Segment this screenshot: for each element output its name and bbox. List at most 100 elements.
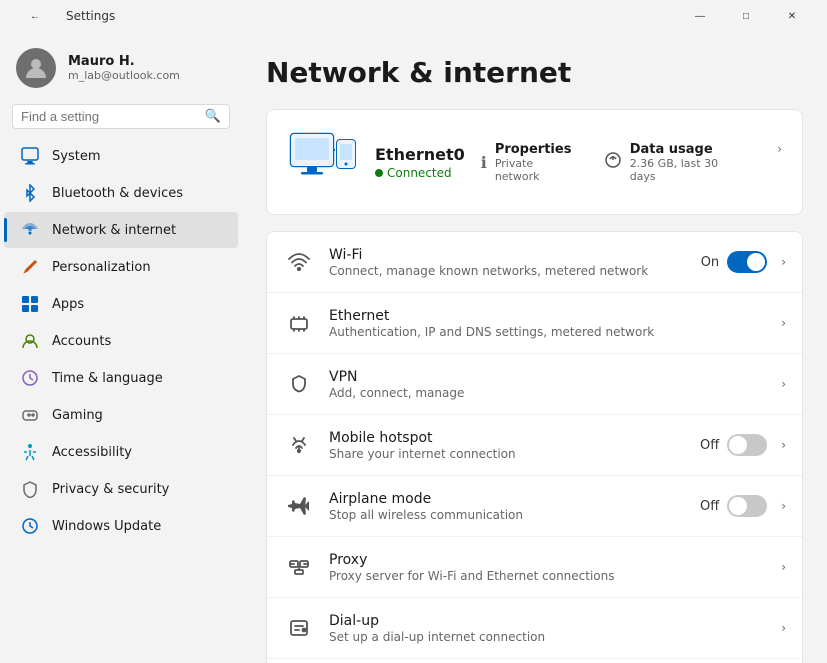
privacy-icon (20, 479, 40, 499)
titlebar-controls: — □ ✕ (677, 0, 815, 32)
wifi-text: Wi-Fi Connect, manage known networks, me… (329, 247, 687, 278)
sidebar-item-gaming[interactable]: Gaming (4, 397, 238, 433)
setting-item-dialup[interactable]: Dial-up Set up a dial-up internet connec… (267, 598, 802, 659)
search-box[interactable]: 🔍 (12, 104, 230, 129)
search-input[interactable] (21, 109, 199, 124)
dialup-text: Dial-up Set up a dial-up internet connec… (329, 613, 767, 644)
hotspot-label: Mobile hotspot (329, 430, 686, 446)
setting-item-hotspot[interactable]: Mobile hotspot Share your internet conne… (267, 415, 802, 476)
content-area: Network & internet (242, 32, 827, 663)
personalization-icon (20, 257, 40, 277)
sidebar-item-label-personalization: Personalization (52, 260, 151, 275)
user-section[interactable]: Mauro H. m_lab@outlook.com (0, 32, 242, 100)
wifi-chevron: › (781, 255, 786, 269)
sidebar-item-accounts[interactable]: Accounts (4, 323, 238, 359)
data-usage-action[interactable]: Data usage 2.36 GB, last 30 days (604, 142, 746, 183)
hotspot-toggle-label: Off (700, 438, 719, 453)
vpn-text: VPN Add, connect, manage (329, 369, 767, 400)
hero-device-name: Ethernet0 (375, 145, 465, 164)
airplane-text: Airplane mode Stop all wireless communic… (329, 491, 686, 522)
hotspot-toggle[interactable] (727, 434, 767, 456)
page-title: Network & internet (266, 56, 803, 89)
data-usage-label: Data usage (630, 142, 746, 157)
dialup-chevron: › (781, 621, 786, 635)
setting-item-proxy[interactable]: Proxy Proxy server for Wi-Fi and Etherne… (267, 537, 802, 598)
properties-action[interactable]: ℹ Properties Private network (481, 142, 580, 183)
maximize-button[interactable]: □ (723, 0, 769, 32)
back-button[interactable]: ← (12, 0, 58, 32)
setting-item-vpn[interactable]: VPN Add, connect, manage › (267, 354, 802, 415)
vpn-label: VPN (329, 369, 767, 385)
sidebar-item-system[interactable]: System (4, 138, 238, 174)
airplane-control: Off (700, 495, 767, 517)
proxy-label: Proxy (329, 552, 767, 568)
titlebar-title: Settings (66, 9, 115, 23)
hero-status-text: Connected (387, 166, 452, 180)
sidebar-item-update[interactable]: Windows Update (4, 508, 238, 544)
wifi-sub: Connect, manage known networks, metered … (329, 264, 687, 278)
hero-chevron-icon: › (777, 142, 782, 183)
accessibility-icon (20, 442, 40, 462)
sidebar-item-label-gaming: Gaming (52, 408, 103, 423)
sidebar-item-accessibility[interactable]: Accessibility (4, 434, 238, 470)
wifi-icon (283, 246, 315, 278)
data-usage-sub: 2.36 GB, last 30 days (630, 157, 746, 183)
update-icon (20, 516, 40, 536)
airplane-toggle-label: Off (700, 499, 719, 514)
sidebar-item-network[interactable]: Network & internet (4, 212, 238, 248)
sidebar-item-bluetooth[interactable]: Bluetooth & devices (4, 175, 238, 211)
sidebar-item-label-network: Network & internet (52, 223, 176, 238)
ethernet-chevron: › (781, 316, 786, 330)
hero-actions: ℹ Properties Private network Data usage … (481, 142, 782, 183)
ethernet-icon (283, 307, 315, 339)
airplane-chevron: › (781, 499, 786, 513)
hotspot-chevron: › (781, 438, 786, 452)
setting-item-ethernet[interactable]: Ethernet Authentication, IP and DNS sett… (267, 293, 802, 354)
sidebar-item-label-accessibility: Accessibility (52, 445, 132, 460)
sidebar-item-apps[interactable]: Apps (4, 286, 238, 322)
setting-item-advanced[interactable]: Advanced network settings View all netwo… (267, 659, 802, 663)
ethernet-label: Ethernet (329, 308, 767, 324)
proxy-sub: Proxy server for Wi-Fi and Ethernet conn… (329, 569, 767, 583)
accounts-icon (20, 331, 40, 351)
proxy-chevron: › (781, 560, 786, 574)
properties-text: Properties Private network (495, 142, 580, 183)
setting-item-airplane[interactable]: Airplane mode Stop all wireless communic… (267, 476, 802, 537)
status-dot (375, 169, 383, 177)
airplane-toggle-thumb (729, 497, 747, 515)
properties-sub: Private network (495, 157, 580, 183)
airplane-icon (283, 490, 315, 522)
hotspot-sub: Share your internet connection (329, 447, 686, 461)
apps-icon (20, 294, 40, 314)
sidebar-item-label-bluetooth: Bluetooth & devices (52, 186, 183, 201)
user-name: Mauro H. (68, 54, 180, 69)
airplane-sub: Stop all wireless communication (329, 508, 686, 522)
wifi-control: On (701, 251, 767, 273)
dialup-label: Dial-up (329, 613, 767, 629)
wifi-toggle[interactable] (727, 251, 767, 273)
network-icon (20, 220, 40, 240)
sidebar: Mauro H. m_lab@outlook.com 🔍 System Blue… (0, 32, 242, 663)
hero-status: Connected (375, 166, 465, 180)
dialup-sub: Set up a dial-up internet connection (329, 630, 767, 644)
sidebar-item-privacy[interactable]: Privacy & security (4, 471, 238, 507)
minimize-button[interactable]: — (677, 0, 723, 32)
sidebar-item-label-time: Time & language (52, 371, 163, 386)
avatar (16, 48, 56, 88)
proxy-icon (283, 551, 315, 583)
sidebar-nav: System Bluetooth & devices Networ (0, 137, 242, 545)
hotspot-text: Mobile hotspot Share your internet conne… (329, 430, 686, 461)
airplane-toggle[interactable] (727, 495, 767, 517)
sidebar-item-time[interactable]: Time & language (4, 360, 238, 396)
hotspot-toggle-thumb (729, 436, 747, 454)
setting-item-wifi[interactable]: Wi-Fi Connect, manage known networks, me… (267, 232, 802, 293)
sidebar-item-label-update: Windows Update (52, 519, 161, 534)
airplane-label: Airplane mode (329, 491, 686, 507)
sidebar-item-personalization[interactable]: Personalization (4, 249, 238, 285)
close-button[interactable]: ✕ (769, 0, 815, 32)
user-email: m_lab@outlook.com (68, 69, 180, 82)
sidebar-item-label-accounts: Accounts (52, 334, 111, 349)
hero-info: Ethernet0 Connected (375, 145, 465, 180)
system-icon (20, 146, 40, 166)
wifi-toggle-thumb (747, 253, 765, 271)
